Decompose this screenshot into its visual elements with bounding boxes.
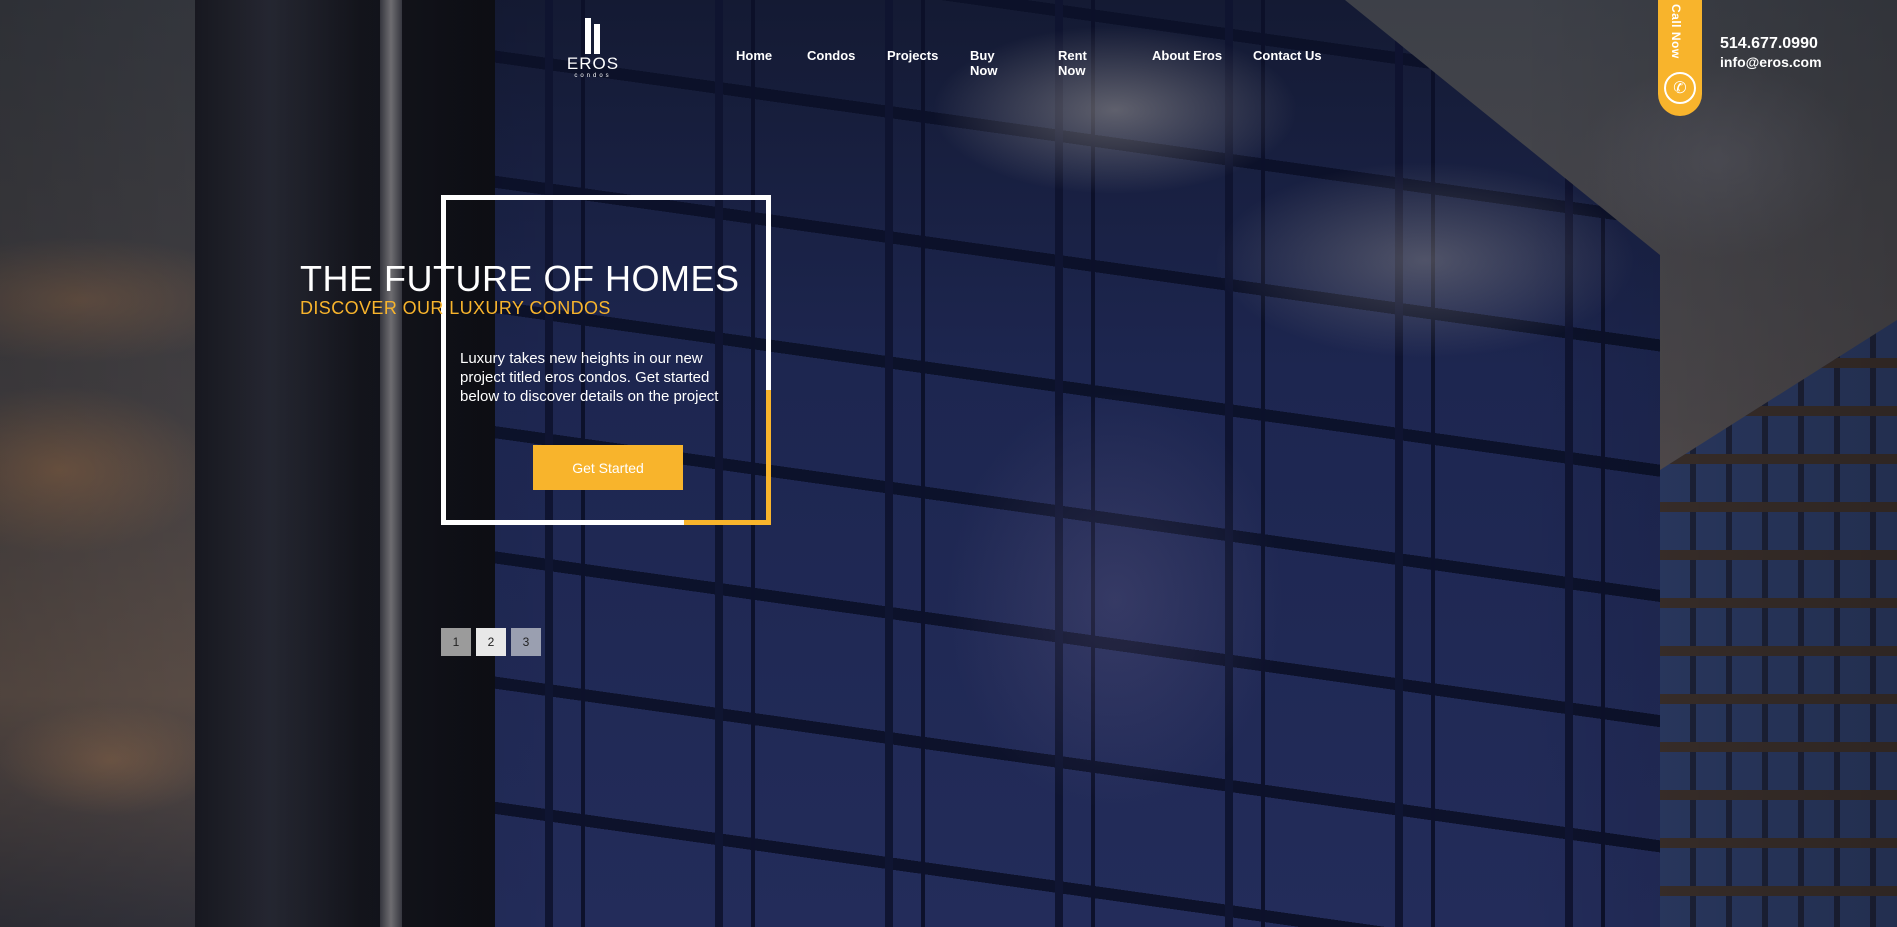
phone-icon: ✆ — [1664, 72, 1696, 104]
nav-contact-us[interactable]: Contact Us — [1253, 48, 1322, 63]
phone-number[interactable]: 514.677.0990 — [1720, 34, 1822, 53]
call-now-label: Call Now — [1669, 4, 1683, 59]
logo-wordmark: EROS — [566, 54, 620, 73]
get-started-button[interactable]: Get Started — [533, 445, 683, 490]
contact-info: 514.677.0990 info@eros.com — [1720, 34, 1822, 72]
building-logo-icon — [582, 16, 604, 54]
nav-about-eros[interactable]: About Eros — [1152, 48, 1222, 63]
nav-projects[interactable]: Projects — [887, 48, 938, 63]
frame-accent-bottom — [684, 520, 771, 525]
nav-rent-now[interactable]: Rent Now — [1058, 48, 1087, 78]
slide-2-button[interactable]: 2 — [476, 628, 506, 656]
email-address[interactable]: info@eros.com — [1720, 53, 1822, 72]
hero-subtitle: DISCOVER OUR LUXURY CONDOS — [300, 298, 611, 318]
nav-buy-now[interactable]: Buy Now — [970, 48, 997, 78]
nav-home[interactable]: Home — [736, 48, 772, 63]
call-now-button[interactable]: Call Now ✆ — [1658, 0, 1702, 116]
nav-condos[interactable]: Condos — [807, 48, 855, 63]
hero-title: THE FUTURE OF HOMES — [300, 258, 740, 299]
slide-3-button[interactable]: 3 — [511, 628, 541, 656]
frame-accent-right — [766, 390, 771, 525]
hero-description: Luxury takes new heights in our new proj… — [460, 350, 719, 405]
slide-1-button[interactable]: 1 — [441, 628, 471, 656]
eros-logo[interactable]: EROS condos — [562, 16, 624, 86]
slider-pagination: 1 2 3 — [441, 628, 541, 656]
logo-subtitle: condos — [574, 73, 612, 79]
hero-background — [0, 0, 1897, 927]
